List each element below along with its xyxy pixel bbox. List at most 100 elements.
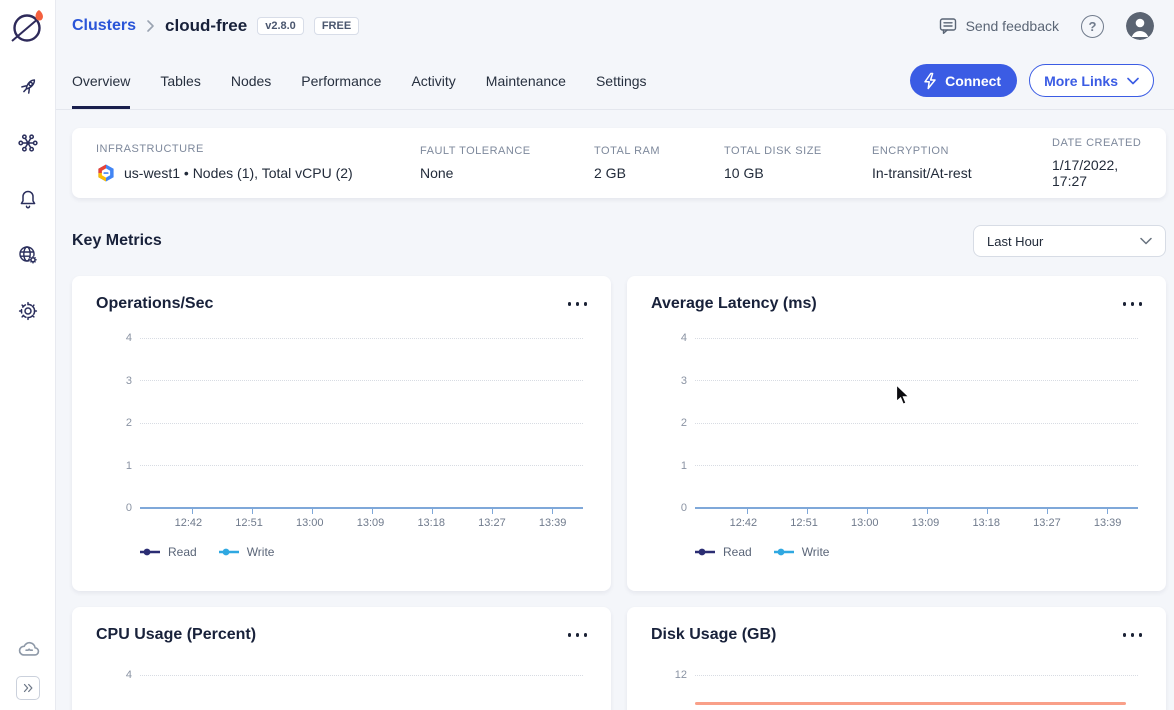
cluster-summary-card: INFRASTRUCTURE us-west1 • Nodes (1), Tot… xyxy=(72,128,1166,198)
gcp-logo-icon xyxy=(96,163,116,183)
infrastructure-value: us-west1 • Nodes (1), Total vCPU (2) xyxy=(124,165,353,181)
cpu-usage-chart-card: CPU Usage (Percent) 4 xyxy=(72,607,611,710)
cluster-tab-bar: Overview Tables Nodes Performance Activi… xyxy=(56,52,1174,110)
encryption-value: In-transit/At-rest xyxy=(872,165,1052,181)
chart-title: Disk Usage (GB) xyxy=(651,625,776,645)
chevron-down-icon xyxy=(1127,77,1139,85)
chart-title: CPU Usage (Percent) xyxy=(96,625,256,645)
time-range-value: Last Hour xyxy=(987,234,1043,249)
chart-menu-button[interactable] xyxy=(1123,625,1143,637)
bell-icon[interactable] xyxy=(16,187,40,211)
chart-menu-button[interactable] xyxy=(568,294,588,306)
version-badge: v2.8.0 xyxy=(257,17,304,35)
x-axis-ticks xyxy=(162,509,583,514)
fault-tolerance-value: None xyxy=(420,165,594,181)
help-icon[interactable]: ? xyxy=(1081,15,1104,38)
more-links-label: More Links xyxy=(1044,73,1118,89)
legend-read[interactable]: Read xyxy=(140,545,197,559)
legend-read[interactable]: Read xyxy=(695,545,752,559)
tab-performance[interactable]: Performance xyxy=(301,52,381,109)
legend-write[interactable]: Write xyxy=(774,545,830,559)
y-tick: 3 xyxy=(651,375,687,387)
gear-icon[interactable] xyxy=(16,299,40,323)
connect-label: Connect xyxy=(945,73,1001,89)
total-disk-value: 10 GB xyxy=(724,165,872,181)
y-tick: 0 xyxy=(651,502,687,514)
cluster-network-icon[interactable] xyxy=(16,131,40,155)
fault-tolerance-column: FAULT TOLERANCE None xyxy=(420,145,594,181)
time-range-select[interactable]: Last Hour xyxy=(973,225,1166,257)
tabs: Overview Tables Nodes Performance Activi… xyxy=(72,52,677,109)
tab-nodes[interactable]: Nodes xyxy=(231,52,271,109)
chart-menu-button[interactable] xyxy=(1123,294,1143,306)
date-created-column: DATE CREATED 1/17/2022, 17:27 xyxy=(1052,137,1142,189)
infrastructure-label: INFRASTRUCTURE xyxy=(96,143,420,155)
disk-plot: 12 xyxy=(651,675,1142,710)
date-created-label: DATE CREATED xyxy=(1052,137,1142,149)
total-disk-column: TOTAL DISK SIZE 10 GB xyxy=(724,145,872,181)
charts-grid: Operations/Sec 4 3 2 1 0 12:4212:5113:00… xyxy=(72,276,1166,710)
sidebar-nav xyxy=(16,75,40,323)
chat-bubble-icon xyxy=(938,16,958,36)
tab-activity[interactable]: Activity xyxy=(411,52,455,109)
user-avatar[interactable] xyxy=(1126,12,1154,40)
y-tick: 2 xyxy=(96,417,132,429)
encryption-label: ENCRYPTION xyxy=(872,145,1052,157)
y-tick: 1 xyxy=(96,460,132,472)
total-ram-label: TOTAL RAM xyxy=(594,145,724,157)
globe-gear-icon[interactable] xyxy=(16,243,40,267)
cloud-icon[interactable] xyxy=(16,636,40,660)
tab-tables[interactable]: Tables xyxy=(160,52,200,109)
y-tick: 4 xyxy=(96,669,132,681)
overview-content: INFRASTRUCTURE us-west1 • Nodes (1), Tot… xyxy=(56,110,1174,710)
legend-write[interactable]: Write xyxy=(219,545,275,559)
send-feedback-label: Send feedback xyxy=(966,18,1059,34)
y-tick: 4 xyxy=(96,332,132,344)
breadcrumb-clusters-link[interactable]: Clusters xyxy=(72,17,136,35)
operations-per-sec-chart-card: Operations/Sec 4 3 2 1 0 12:4212:5113:00… xyxy=(72,276,611,591)
y-tick: 12 xyxy=(651,669,687,681)
chart-legend: Read Write xyxy=(96,545,587,559)
total-ram-value: 2 GB xyxy=(594,165,724,181)
average-latency-chart-card: Average Latency (ms) 4 3 2 1 0 12:4212:5… xyxy=(627,276,1166,591)
disk-capacity-line xyxy=(695,702,1126,705)
x-axis-labels: 12:4212:5113:0013:0913:1813:2713:39 xyxy=(158,517,583,529)
latency-plot: 4 3 2 1 0 xyxy=(651,338,1142,508)
key-metrics-row: Key Metrics Last Hour xyxy=(72,225,1166,257)
more-links-button[interactable]: More Links xyxy=(1029,64,1154,97)
cluster-name: cloud-free xyxy=(165,16,247,36)
total-ram-column: TOTAL RAM 2 GB xyxy=(594,145,724,181)
y-tick: 4 xyxy=(651,332,687,344)
tab-overview[interactable]: Overview xyxy=(72,52,130,109)
topbar-actions: Send feedback ? xyxy=(938,12,1154,40)
chevron-down-icon xyxy=(1140,237,1152,245)
main-area: Clusters cloud-free v2.8.0 FREE Send fee… xyxy=(56,0,1174,710)
tab-settings[interactable]: Settings xyxy=(596,52,647,109)
tab-actions: Connect More Links xyxy=(910,52,1154,109)
y-tick: 2 xyxy=(651,417,687,429)
date-created-value: 1/17/2022, 17:27 xyxy=(1052,157,1142,189)
top-bar: Clusters cloud-free v2.8.0 FREE Send fee… xyxy=(56,0,1174,52)
rocket-icon[interactable] xyxy=(16,75,40,99)
total-disk-label: TOTAL DISK SIZE xyxy=(724,145,872,157)
fault-tolerance-label: FAULT TOLERANCE xyxy=(420,145,594,157)
chart-menu-button[interactable] xyxy=(568,625,588,637)
disk-usage-chart-card: Disk Usage (GB) 12 xyxy=(627,607,1166,710)
send-feedback-button[interactable]: Send feedback xyxy=(938,16,1059,36)
lightning-bolt-icon xyxy=(922,72,938,90)
x-axis-labels: 12:4212:5113:0013:0913:1813:2713:39 xyxy=(713,517,1138,529)
tab-maintenance[interactable]: Maintenance xyxy=(486,52,566,109)
plan-badge: FREE xyxy=(314,17,359,35)
chart-title: Operations/Sec xyxy=(96,294,213,314)
expand-sidebar-button[interactable] xyxy=(16,676,40,700)
encryption-column: ENCRYPTION In-transit/At-rest xyxy=(872,145,1052,181)
connect-button[interactable]: Connect xyxy=(910,64,1017,97)
infrastructure-column: INFRASTRUCTURE us-west1 • Nodes (1), Tot… xyxy=(96,143,420,183)
cockroach-planet-logo-icon[interactable] xyxy=(8,7,48,47)
sidebar-footer xyxy=(16,636,40,710)
y-tick: 3 xyxy=(96,375,132,387)
y-tick: 0 xyxy=(96,502,132,514)
y-tick: 1 xyxy=(651,460,687,472)
chart-title: Average Latency (ms) xyxy=(651,294,817,314)
chart-legend: Read Write xyxy=(651,545,1142,559)
